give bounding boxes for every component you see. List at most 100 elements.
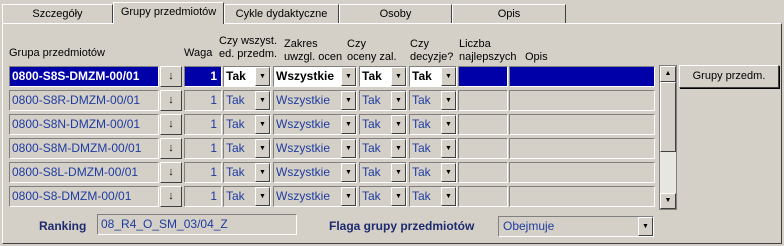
all-ed-value: Tak xyxy=(226,93,245,107)
dropdown-arrow-icon[interactable]: ▼ xyxy=(341,139,356,158)
header-all-ed-1: Czy wszyst. xyxy=(218,35,278,47)
dropdown-arrow-icon[interactable]: ▼ xyxy=(441,67,456,86)
grades-select[interactable]: Tak ▼ xyxy=(359,90,407,111)
scroll-up-button[interactable]: ▲ xyxy=(660,66,676,82)
dropdown-arrow-icon[interactable]: ▼ xyxy=(441,91,456,110)
group-code-field[interactable]: 0800-S8N-DMZM-00/01 xyxy=(9,114,159,135)
best-count-field[interactable] xyxy=(458,90,508,111)
dropdown-arrow-icon[interactable]: ▼ xyxy=(391,67,406,86)
down-arrow-icon: ↓ xyxy=(168,118,174,130)
dropdown-arrow-icon[interactable]: ▼ xyxy=(255,67,270,86)
dropdown-arrow-icon[interactable]: ▼ xyxy=(255,139,270,158)
description-field[interactable] xyxy=(509,114,655,135)
best-count-field[interactable] xyxy=(458,138,508,159)
decision-select[interactable]: Tak ▼ xyxy=(409,162,457,183)
tab-cykle-dydaktyczne[interactable]: Cykle dydaktyczne xyxy=(224,4,339,24)
range-select[interactable]: Wszystkie ▼ xyxy=(273,114,357,135)
best-count-field[interactable] xyxy=(458,114,508,135)
lookup-button[interactable]: ↓ xyxy=(160,186,182,207)
best-count-field[interactable] xyxy=(458,186,508,207)
lookup-button[interactable]: ↓ xyxy=(160,114,182,135)
weight-field[interactable]: 1 xyxy=(184,162,222,183)
tab-osoby[interactable]: Osoby xyxy=(339,4,452,24)
dropdown-arrow-icon[interactable]: ▼ xyxy=(441,187,456,206)
scroll-thumb[interactable] xyxy=(660,82,676,152)
lookup-button[interactable]: ↓ xyxy=(160,66,182,87)
dropdown-arrow-icon[interactable]: ▼ xyxy=(391,91,406,110)
description-field[interactable] xyxy=(509,186,655,207)
grades-select[interactable]: Tak ▼ xyxy=(359,162,407,183)
dropdown-arrow-icon[interactable]: ▼ xyxy=(391,163,406,182)
lookup-button[interactable]: ↓ xyxy=(160,162,182,183)
dropdown-arrow-icon[interactable]: ▼ xyxy=(255,115,270,134)
tab-opis[interactable]: Opis xyxy=(452,4,566,24)
flag-select[interactable]: Obejmuje ▼ xyxy=(498,216,654,237)
weight-field[interactable]: 1 xyxy=(184,90,222,111)
dropdown-arrow-icon[interactable]: ▼ xyxy=(391,187,406,206)
dropdown-arrow-icon[interactable]: ▼ xyxy=(638,217,653,236)
dropdown-arrow-icon[interactable]: ▼ xyxy=(441,163,456,182)
description-field[interactable] xyxy=(509,66,655,87)
decision-select[interactable]: Tak ▼ xyxy=(409,138,457,159)
grades-select[interactable]: Tak ▼ xyxy=(359,186,407,207)
subject-groups-button[interactable]: Grupy przedm. xyxy=(679,65,779,88)
group-code-field[interactable]: 0800-S8M-DMZM-00/01 xyxy=(9,138,159,159)
dropdown-arrow-icon[interactable]: ▼ xyxy=(441,139,456,158)
header-range-2: uwzgl. ocen xyxy=(284,51,343,63)
all-ed-select[interactable]: Tak ▼ xyxy=(223,186,271,207)
range-select[interactable]: Wszystkie ▼ xyxy=(273,186,357,207)
description-field[interactable] xyxy=(509,138,655,159)
description-field[interactable] xyxy=(509,90,655,111)
grades-value: Tak xyxy=(362,141,381,155)
best-count-field[interactable] xyxy=(458,162,508,183)
header-group: Grupa przedmiotów xyxy=(9,47,105,59)
decision-select[interactable]: Tak ▼ xyxy=(409,90,457,111)
lookup-button[interactable]: ↓ xyxy=(160,90,182,111)
weight-field[interactable]: 1 xyxy=(184,138,222,159)
range-select[interactable]: Wszystkie ▼ xyxy=(273,66,357,87)
grades-select[interactable]: Tak ▼ xyxy=(359,66,407,87)
vertical-scrollbar[interactable]: ▲ ▼ xyxy=(659,65,677,210)
tab-grupy-przedmiotow[interactable]: Grupy przedmiotów xyxy=(113,2,224,24)
ranking-field[interactable]: 08_R4_O_SM_03/04_Z xyxy=(97,214,297,235)
dropdown-arrow-icon[interactable]: ▼ xyxy=(341,91,356,110)
down-arrow-icon: ↓ xyxy=(168,190,174,202)
grades-select[interactable]: Tak ▼ xyxy=(359,138,407,159)
dropdown-arrow-icon[interactable]: ▼ xyxy=(391,115,406,134)
decision-select[interactable]: Tak ▼ xyxy=(409,186,457,207)
group-code-field[interactable]: 0800-S8L-DMZM-00/01 xyxy=(9,162,159,183)
decision-select[interactable]: Tak ▼ xyxy=(409,66,457,87)
all-ed-select[interactable]: Tak ▼ xyxy=(223,114,271,135)
dropdown-arrow-icon[interactable]: ▼ xyxy=(341,115,356,134)
dropdown-arrow-icon[interactable]: ▼ xyxy=(341,187,356,206)
dropdown-arrow-icon[interactable]: ▼ xyxy=(341,163,356,182)
all-ed-select[interactable]: Tak ▼ xyxy=(223,66,271,87)
group-code-field[interactable]: 0800-S8-DMZM-00/01 xyxy=(9,186,159,207)
all-ed-select[interactable]: Tak ▼ xyxy=(223,138,271,159)
all-ed-select[interactable]: Tak ▼ xyxy=(223,162,271,183)
tab-label: Opis xyxy=(497,8,521,20)
lookup-button[interactable]: ↓ xyxy=(160,138,182,159)
range-select[interactable]: Wszystkie ▼ xyxy=(273,90,357,111)
dropdown-arrow-icon[interactable]: ▼ xyxy=(441,115,456,134)
dropdown-arrow-icon[interactable]: ▼ xyxy=(255,91,270,110)
dropdown-arrow-icon[interactable]: ▼ xyxy=(255,187,270,206)
best-count-field[interactable] xyxy=(458,66,508,87)
dropdown-arrow-icon[interactable]: ▼ xyxy=(391,139,406,158)
description-field[interactable] xyxy=(509,162,655,183)
decision-select[interactable]: Tak ▼ xyxy=(409,114,457,135)
dropdown-arrow-icon[interactable]: ▼ xyxy=(255,163,270,182)
dropdown-arrow-icon[interactable]: ▼ xyxy=(341,67,356,86)
tab-szczegoly[interactable]: Szczegóły xyxy=(2,4,113,24)
all-ed-select[interactable]: Tak ▼ xyxy=(223,90,271,111)
weight-field[interactable]: 1 xyxy=(184,186,222,207)
grades-select[interactable]: Tak ▼ xyxy=(359,114,407,135)
range-select[interactable]: Wszystkie ▼ xyxy=(273,138,357,159)
range-select[interactable]: Wszystkie ▼ xyxy=(273,162,357,183)
weight-field[interactable]: 1 xyxy=(184,66,222,87)
weight-field[interactable]: 1 xyxy=(184,114,222,135)
group-code-field[interactable]: 0800-S8S-DMZM-00/01 xyxy=(9,66,159,87)
scroll-down-button[interactable]: ▼ xyxy=(660,193,676,209)
group-code-field[interactable]: 0800-S8R-DMZM-00/01 xyxy=(9,90,159,111)
down-arrow-icon: ↓ xyxy=(168,166,174,178)
